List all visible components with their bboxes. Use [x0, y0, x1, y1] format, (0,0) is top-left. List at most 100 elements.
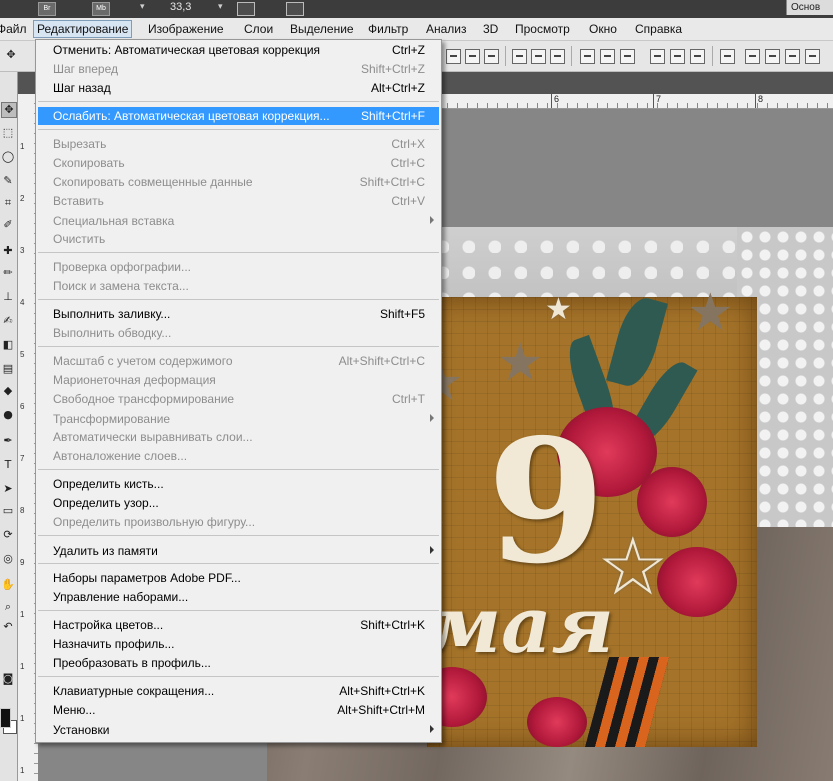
marquee-icon[interactable]: ⬚ [1, 126, 15, 140]
menubar: Файл Редактирование Изображение Слои Выд… [0, 18, 833, 41]
3d-mode-roll-icon[interactable] [765, 49, 780, 64]
hand-icon[interactable]: ✋ [1, 578, 15, 592]
align-bottom-icon[interactable] [484, 49, 499, 64]
quick-mask-icon[interactable]: ◙ [1, 672, 15, 686]
menu-item-cut[interactable]: Вырезать Ctrl+X [38, 135, 439, 153]
3d-mode-slide-icon[interactable] [805, 49, 820, 64]
menu-file[interactable]: Файл [0, 21, 27, 37]
auto-align-icon[interactable] [720, 49, 735, 64]
history-brush-icon[interactable]: ✍ [1, 314, 15, 328]
menu-item-fill[interactable]: Выполнить заливку... Shift+F5 [38, 305, 439, 323]
menu-item-step-backward[interactable]: Шаг назад Alt+Ctrl+Z [38, 79, 439, 97]
menu-select[interactable]: Выделение [290, 21, 354, 37]
shape-icon[interactable]: ▭ [1, 504, 15, 518]
menu-item-keyboard-shortcuts[interactable]: Клавиатурные сокращения... Alt+Shift+Ctrl… [38, 682, 439, 700]
zoom-dropdown-icon[interactable]: ▾ [218, 2, 223, 12]
view-extras-icon[interactable]: ▾ [140, 2, 145, 12]
menu-window[interactable]: Окно [589, 21, 617, 37]
menu-view[interactable]: Просмотр [515, 21, 570, 37]
3d-mode-drag-icon[interactable] [785, 49, 800, 64]
crop-icon[interactable]: ⌗ [1, 196, 15, 210]
menu-item-define-shape[interactable]: Определить произвольную фигуру... [38, 513, 439, 531]
menu-layers[interactable]: Слои [244, 21, 273, 37]
menu-item-auto-align[interactable]: Автоматически выравнивать слои... [38, 428, 439, 446]
swap-colors-icon[interactable]: ↶ [1, 620, 15, 634]
menu-item-preferences[interactable]: Установки [38, 721, 439, 739]
menu-item-find-replace[interactable]: Поиск и замена текста... [38, 277, 439, 295]
menu-item-spellcheck[interactable]: Проверка орфографии... [38, 258, 439, 276]
menu-3d[interactable]: 3D [483, 21, 498, 37]
menu-item-puppet-warp[interactable]: Марионеточная деформация [38, 371, 439, 389]
brush-icon[interactable]: ✏ [1, 266, 15, 280]
menu-edit[interactable]: Редактирование [33, 20, 133, 38]
menu-item-free-transform[interactable]: Свободное трансформирование Ctrl+T [38, 390, 439, 408]
path-select-icon[interactable]: ➤ [1, 482, 15, 496]
dodge-icon[interactable]: ● [1, 408, 15, 422]
eraser-icon[interactable]: ◧ [1, 338, 15, 352]
quick-select-icon[interactable]: ✎ [1, 174, 15, 188]
ruler-label: 2 [20, 194, 25, 203]
distribute-top-icon[interactable] [580, 49, 595, 64]
menu-item-menus[interactable]: Меню... Alt+Shift+Ctrl+M [38, 701, 439, 719]
distribute-vcenter-icon[interactable] [600, 49, 615, 64]
menu-image[interactable]: Изображение [148, 21, 224, 37]
arrange-documents-icon[interactable] [237, 2, 255, 16]
distribute-bottom-icon[interactable] [620, 49, 635, 64]
menu-item-clear[interactable]: Очистить [38, 230, 439, 248]
menu-item-convert-profile[interactable]: Преобразовать в профиль... [38, 654, 439, 672]
menu-item-auto-blend[interactable]: Автоналожение слоев... [38, 447, 439, 465]
minibridge-button[interactable]: Mb [92, 2, 110, 16]
distribute-hcenter-icon[interactable] [670, 49, 685, 64]
align-left-icon[interactable] [512, 49, 527, 64]
menu-item-define-pattern[interactable]: Определить узор... [38, 494, 439, 512]
lasso-icon[interactable]: ◯ [1, 150, 15, 164]
menu-item-pdf-presets[interactable]: Наборы параметров Adobe PDF... [38, 569, 439, 587]
menu-item-purge[interactable]: Удалить из памяти [38, 542, 439, 560]
distribute-left-icon[interactable] [650, 49, 665, 64]
menu-item-undo[interactable]: Отменить: Автоматическая цветовая коррек… [38, 41, 439, 59]
distribute-right-icon[interactable] [690, 49, 705, 64]
menu-item-content-aware-scale[interactable]: Масштаб с учетом содержимого Alt+Shift+Ct… [38, 352, 439, 370]
workspace-switcher[interactable]: Основ [786, 0, 833, 15]
menu-analysis[interactable]: Анализ [426, 21, 467, 37]
menu-item-paste-special[interactable]: Специальная вставка [38, 212, 439, 230]
menu-filter[interactable]: Фильтр [368, 21, 408, 37]
eyedropper-icon[interactable]: ✐ [1, 218, 15, 232]
3d-orbit-icon[interactable]: ◎ [1, 552, 15, 566]
menu-item-transform[interactable]: Трансформирование [38, 410, 439, 428]
align-hcenter-icon[interactable] [531, 49, 546, 64]
foreground-color-swatch[interactable] [0, 708, 11, 728]
type-icon[interactable]: T [1, 458, 15, 472]
menu-separator [38, 535, 439, 536]
menu-item-step-forward[interactable]: Шаг вперед Shift+Ctrl+Z [38, 60, 439, 78]
menu-item-stroke[interactable]: Выполнить обводку... [38, 324, 439, 342]
ruler-label: 3 [20, 246, 25, 255]
menu-help[interactable]: Справка [635, 21, 682, 37]
menu-item-paste[interactable]: Вставить Ctrl+V [38, 192, 439, 210]
menu-item-preset-manager[interactable]: Управление наборами... [38, 588, 439, 606]
zoom-icon[interactable]: ⌕ [1, 600, 15, 614]
ruler-label: 1 [20, 766, 25, 775]
screen-mode-icon[interactable] [286, 2, 304, 16]
menu-item-copy[interactable]: Скопировать Ctrl+C [38, 154, 439, 172]
3d-mode-rotate-icon[interactable] [745, 49, 760, 64]
blur-icon[interactable]: ◆ [1, 384, 15, 398]
move-icon[interactable]: ✥ [1, 102, 17, 118]
menu-item-fade[interactable]: Ослабить: Автоматическая цветовая коррек… [38, 107, 439, 125]
pen-icon[interactable]: ✒ [1, 434, 15, 448]
zoom-level[interactable]: 33,3 [170, 1, 191, 13]
gradient-icon[interactable]: ▤ [1, 362, 15, 376]
align-right-icon[interactable] [550, 49, 565, 64]
align-top-icon[interactable] [446, 49, 461, 64]
menu-item-copy-merged[interactable]: Скопировать совмещенные данные Shift+Ctrl… [38, 173, 439, 191]
bridge-button[interactable]: Br [38, 2, 56, 16]
menu-item-define-brush[interactable]: Определить кисть... [38, 475, 439, 493]
3d-rotate-icon[interactable]: ⟳ [1, 528, 15, 542]
healing-icon[interactable]: ✚ [1, 244, 15, 258]
stamp-icon[interactable]: ⊥ [1, 290, 15, 304]
align-vcenter-icon[interactable] [465, 49, 480, 64]
menu-item-color-settings[interactable]: Настройка цветов... Shift+Ctrl+K [38, 616, 439, 634]
ruler-label: 8 [758, 94, 764, 104]
move-tool-preset-icon[interactable]: ✥ [4, 48, 18, 62]
menu-item-assign-profile[interactable]: Назначить профиль... [38, 635, 439, 653]
